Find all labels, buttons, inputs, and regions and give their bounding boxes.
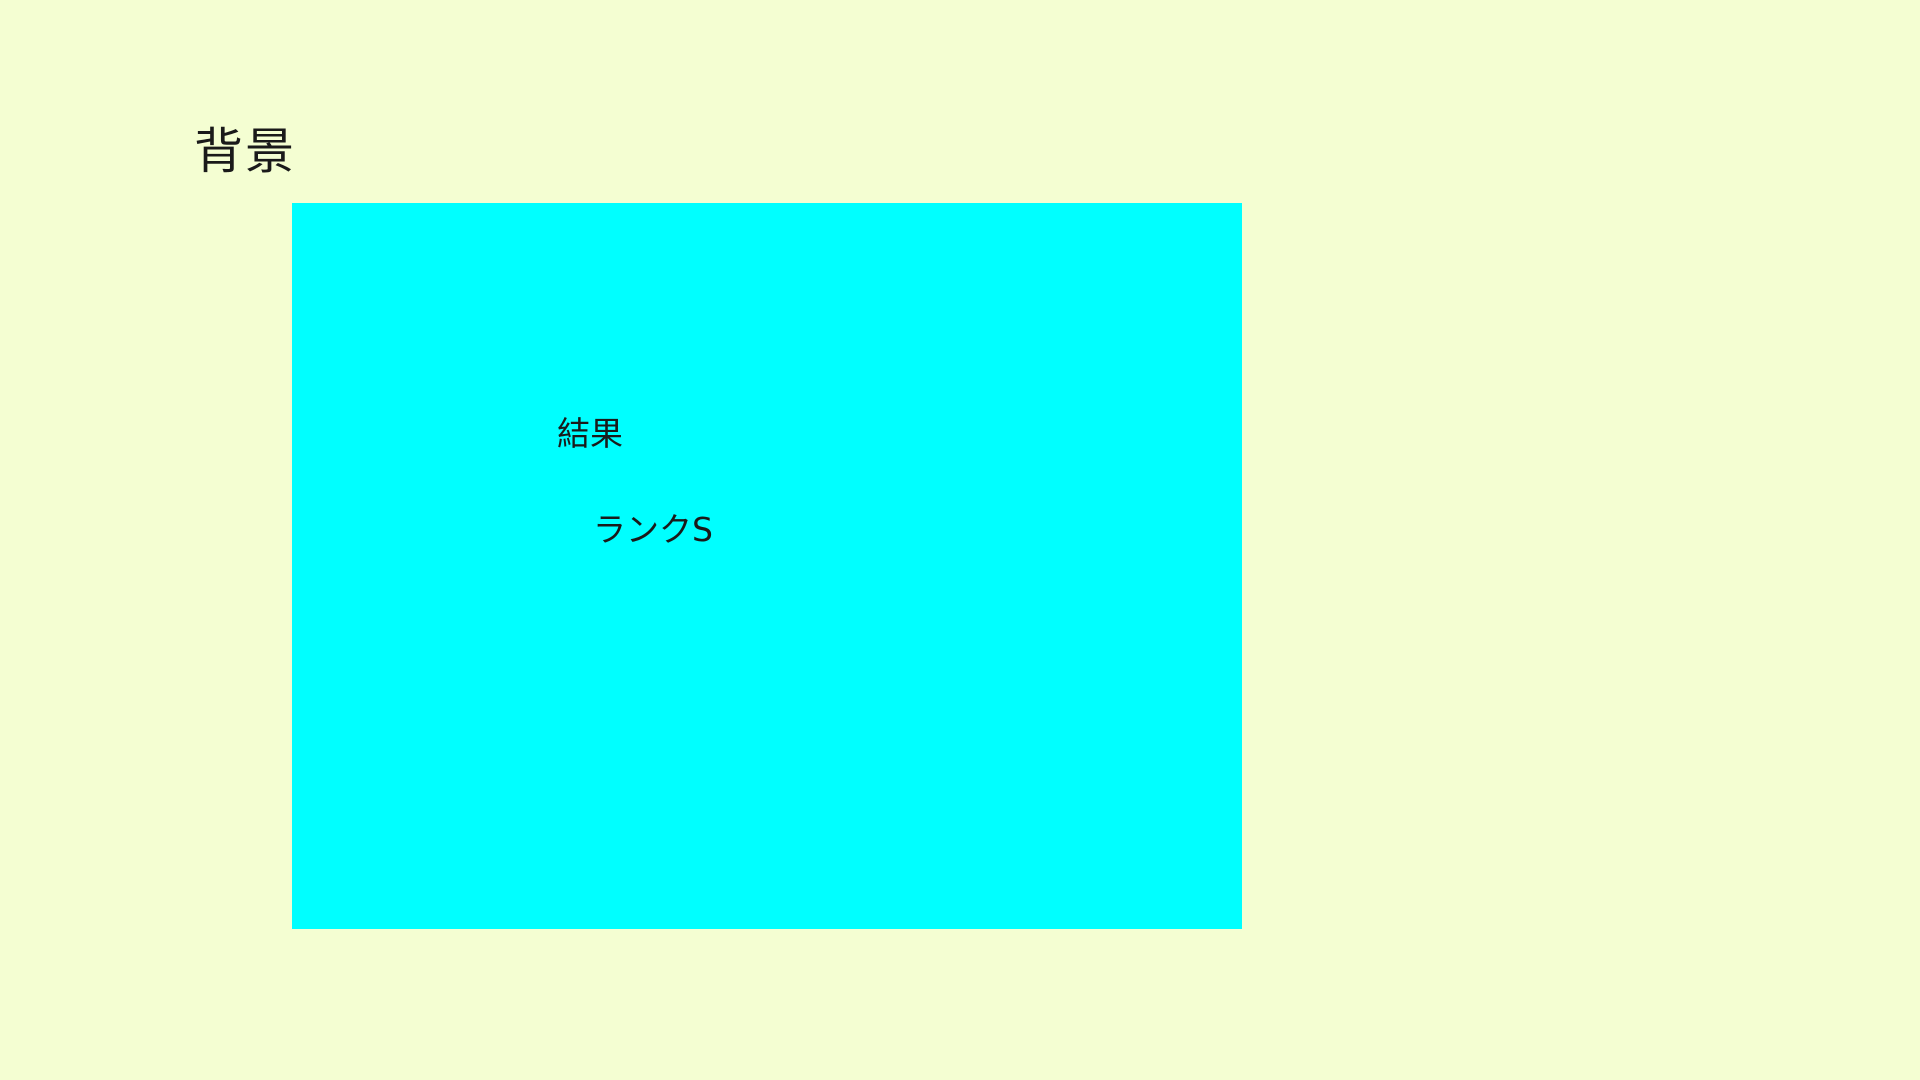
background-label: 背景: [194, 123, 297, 180]
rank-label: ランクS: [593, 510, 713, 549]
app-screen: { "colors": { "background": "#F4FED2", "…: [0, 0, 1920, 1080]
result-heading: 結果: [557, 414, 623, 453]
result-panel: 結果 ランクS: [292, 203, 1242, 929]
